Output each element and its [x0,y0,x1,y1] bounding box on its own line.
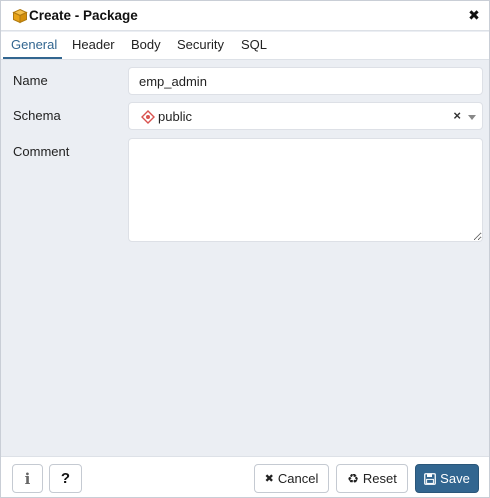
floppy-disk-icon [424,472,437,485]
create-package-dialog: Create - Package ✖ General Header Body S… [0,0,490,498]
cancel-button[interactable]: ✖ Cancel [254,464,329,493]
dialog-footer: i ? ✖ Cancel ♻ Reset Save [1,456,489,497]
tab-general[interactable]: General [11,37,57,52]
tab-body[interactable]: Body [131,37,161,52]
close-icon[interactable]: ✖ [467,7,481,23]
name-label: Name [13,73,48,88]
package-icon [12,8,28,24]
save-label: Save [440,471,470,486]
tab-header[interactable]: Header [72,37,115,52]
times-icon: ✖ [264,473,274,485]
active-tab-indicator [3,57,62,59]
dialog-title: Create - Package [29,8,138,23]
schema-label: Schema [13,108,61,123]
save-button[interactable]: Save [415,464,479,493]
schema-icon [141,110,155,124]
schema-value: public [158,109,192,124]
tab-bar: General Header Body Security SQL [1,32,489,60]
tab-security[interactable]: Security [177,37,224,52]
reset-label: Reset [362,471,397,486]
recycle-icon: ♻ [347,470,359,486]
info-icon: i [24,469,31,488]
dialog-titlebar[interactable]: Create - Package ✖ [1,1,489,31]
clear-selection-icon[interactable]: × [453,108,461,123]
help-button[interactable]: ? [49,464,82,493]
cancel-label: Cancel [277,471,319,486]
tab-sql[interactable]: SQL [241,37,267,52]
help-icon: ? [60,470,71,487]
comment-label: Comment [13,144,70,159]
schema-select[interactable]: public × [128,102,483,130]
reset-button[interactable]: ♻ Reset [336,464,408,493]
info-button[interactable]: i [12,464,43,493]
name-value: emp_admin [139,74,207,89]
comment-textarea[interactable] [128,138,483,242]
chevron-down-icon[interactable] [468,115,476,120]
name-field[interactable]: emp_admin [128,67,483,95]
